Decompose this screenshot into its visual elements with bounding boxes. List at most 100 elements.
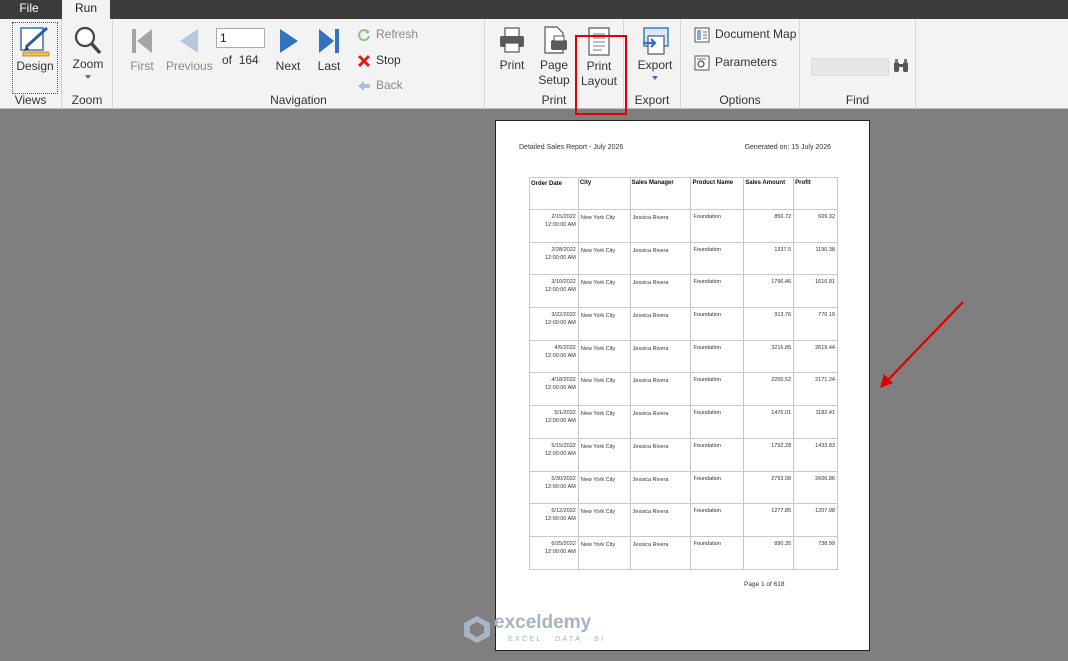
total-pages: 164 (238, 53, 259, 67)
stop-button[interactable]: Stop (357, 50, 401, 70)
tab-run[interactable]: Run (62, 0, 110, 19)
print-button[interactable]: Print (495, 25, 529, 73)
order-time: 12:00:00 AM (544, 222, 576, 228)
product-name-cell: Foundation (691, 536, 745, 569)
city-cell: New York City (579, 406, 631, 438)
tab-bar: File Run (0, 0, 1068, 19)
order-date: 3/22/2022 (551, 312, 576, 319)
zoom-button[interactable]: Zoom (68, 25, 108, 80)
city-cell: New York City (579, 242, 631, 275)
column-header: Order Date (530, 178, 579, 209)
city-cell: New York City (579, 438, 631, 471)
product-name-cell: Foundation (691, 373, 745, 406)
sales-manager-cell: Jessica Rivera (631, 210, 692, 242)
group-zoom: Zoom Zoom (62, 19, 113, 109)
previous-label: Previous (166, 59, 213, 73)
column-header: City (579, 178, 631, 209)
document-map-button[interactable]: Document Map (694, 24, 796, 44)
sales-manager-cell: Jessica Rivera (631, 406, 692, 438)
design-button[interactable]: Design (13, 25, 57, 74)
order-date-cell: 2/15/2022 12:00:00 AM (530, 210, 579, 242)
next-label: Next (275, 59, 301, 73)
find-input[interactable] (811, 58, 889, 76)
previous-button[interactable]: Previous (166, 27, 213, 74)
report-generated-date: Generated on: 15 July 2026 (744, 144, 831, 151)
page-setup-label-line1: Page (539, 58, 569, 72)
sales-manager-cell: Jessica Rivera (631, 308, 692, 340)
order-time: 12:00:00 AM (544, 320, 576, 327)
sales-manager-cell: Jessica Rivera (631, 438, 692, 471)
chevron-down-icon[interactable] (651, 75, 659, 81)
annotation-arrow (880, 301, 964, 388)
order-date: 2/28/2022 (551, 246, 576, 253)
first-button[interactable]: First (126, 27, 158, 74)
order-date-cell: 6/25/2022 12:00:00 AM (530, 536, 579, 569)
profit-cell: 1190.38 (794, 242, 838, 275)
document-map-icon (694, 27, 710, 43)
product-name-cell: Foundation (691, 242, 745, 275)
previous-icon (180, 29, 198, 53)
first-label: First (130, 59, 154, 73)
order-date: 4/5/2022 (554, 344, 576, 351)
parameters-button[interactable]: Parameters (694, 52, 777, 72)
profit-cell: 776.19 (794, 308, 838, 340)
city-cell: New York City (579, 275, 631, 308)
order-time: 12:00:00 AM (544, 352, 576, 359)
column-header: Sales Manager (631, 178, 692, 209)
next-button[interactable]: Next (273, 27, 303, 74)
stop-label: Stop (376, 53, 401, 67)
order-date: 4/18/2022 (551, 377, 576, 384)
order-date-cell: 2/28/2022 12:00:00 AM (530, 242, 579, 275)
order-date-cell: 5/1/2022 12:00:00 AM (530, 406, 579, 438)
tab-file[interactable]: File (0, 0, 58, 19)
refresh-button[interactable]: Refresh (357, 24, 418, 44)
order-time: 12:00:00 AM (544, 418, 576, 425)
sales-amount-cell: 1792.28 (744, 438, 795, 471)
sales-amount-cell: 890.35 (744, 536, 795, 569)
city-cell: New York City (579, 373, 631, 406)
city-cell: New York City (579, 308, 631, 340)
product-name-cell: Foundation (691, 438, 745, 471)
navigation-group-label: Navigation (270, 93, 327, 107)
sales-amount-cell: 3216.85 (744, 340, 795, 373)
table-row: 4/5/2022 12:00:00 AM New York City Jessica … (529, 340, 838, 374)
profit-cell: 1207.98 (794, 504, 838, 536)
product-name-cell: Foundation (691, 504, 745, 536)
order-time: 12:00:00 AM (544, 450, 576, 457)
order-date: 5/1/2022 (554, 410, 576, 417)
next-icon (280, 29, 298, 53)
last-button[interactable]: Last (314, 27, 344, 74)
design-label: Design (16, 59, 54, 73)
table-body: 2/15/2022 12:00:00 AM New York City Jessica… (529, 210, 838, 570)
product-name-cell: Foundation (691, 340, 745, 373)
zoom-label: Zoom (72, 57, 104, 71)
parameters-label: Parameters (715, 55, 778, 69)
back-button[interactable]: Back (357, 75, 403, 95)
sales-amount-cell: 913.76 (744, 308, 795, 340)
table-row: 2/28/2022 12:00:00 AM New York City Jessica… (529, 242, 838, 276)
export-button[interactable]: Export (634, 25, 676, 81)
page-number-input[interactable]: 1 (216, 28, 265, 48)
sales-amount-cell: 1796.46 (744, 275, 795, 308)
last-label: Last (317, 59, 341, 73)
city-cell: New York City (579, 504, 631, 536)
sales-amount-cell: 856.72 (744, 210, 795, 242)
profit-cell: 1182.41 (794, 406, 838, 438)
binoculars-icon[interactable] (893, 59, 909, 73)
order-date-cell: 3/10/2022 12:00:00 AM (530, 275, 579, 308)
report-title: Detailed Sales Report - July 2026 (519, 144, 624, 151)
page-setup-button[interactable]: Page Setup (537, 25, 571, 88)
city-cell: New York City (579, 536, 631, 569)
table-row: 2/15/2022 12:00:00 AM New York City Jessica… (529, 210, 838, 243)
product-name-cell: Foundation (691, 406, 745, 438)
order-date-cell: 5/15/2022 12:00:00 AM (530, 438, 579, 471)
chevron-down-icon[interactable] (84, 74, 92, 80)
print-icon (500, 27, 524, 53)
last-icon (319, 29, 339, 53)
order-date-cell: 4/18/2022 12:00:00 AM (530, 373, 579, 406)
city-cell: New York City (579, 340, 631, 373)
export-icon (643, 27, 669, 55)
sales-manager-cell: Jessica Rivera (631, 471, 692, 504)
table-header: Order Date City Sales Manager Product Na… (529, 177, 838, 210)
order-date-cell: 6/12/2022 12:00:00 AM (530, 504, 579, 536)
